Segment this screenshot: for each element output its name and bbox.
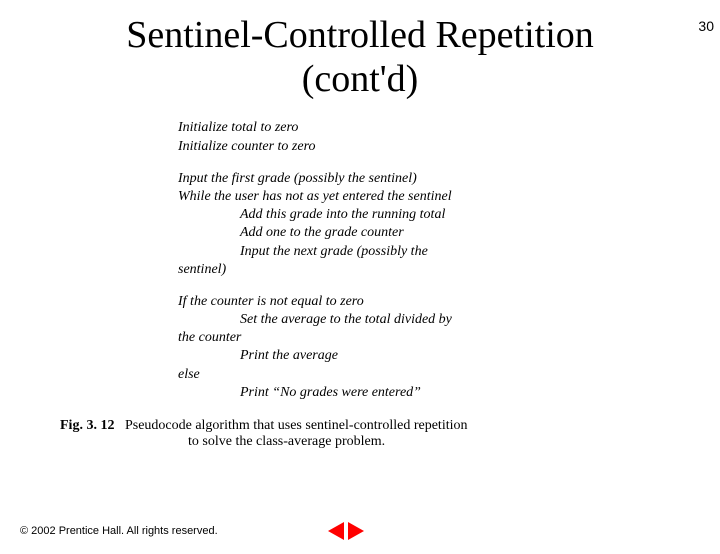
pseudo-line: Initialize total to zero xyxy=(178,119,578,137)
pseudo-line: Print the average xyxy=(178,347,578,365)
slide-title: Sentinel-Controlled Repetition (cont'd) xyxy=(0,14,720,101)
next-arrow-icon[interactable] xyxy=(348,522,364,540)
pseudo-line: Add one to the grade counter xyxy=(178,224,578,242)
pseudocode-block: Initialize total to zero Initialize coun… xyxy=(178,119,578,402)
pseudo-line: Print “No grades were entered” xyxy=(178,384,578,402)
pseudo-line: Add this grade into the running total xyxy=(178,206,578,224)
figure-caption: Fig. 3. 12 Pseudocode algorithm that use… xyxy=(60,418,600,450)
pseudo-line: Input the next grade (possibly the xyxy=(178,243,578,261)
title-line-2: (cont'd) xyxy=(302,58,419,100)
pseudocode-if: If the counter is not equal to zero Set … xyxy=(178,293,578,402)
pseudo-line: While the user has not as yet entered th… xyxy=(178,188,578,206)
pseudocode-init: Initialize total to zero Initialize coun… xyxy=(178,119,578,155)
title-line-1: Sentinel-Controlled Repetition xyxy=(126,14,594,56)
figure-label: Fig. 3. 12 xyxy=(60,418,114,433)
pseudo-line: sentinel) xyxy=(178,261,578,279)
caption-text-line1: Pseudocode algorithm that uses sentinel-… xyxy=(125,418,468,433)
nav-arrows xyxy=(328,522,364,540)
slide-footer: © 2002 Prentice Hall. All rights reserve… xyxy=(20,522,364,540)
pseudo-line: Set the average to the total divided by xyxy=(178,311,578,329)
pseudo-line: the counter xyxy=(178,329,578,347)
caption-text-line2: to solve the class-average problem. xyxy=(188,434,600,450)
pseudocode-while: Input the first grade (possibly the sent… xyxy=(178,170,578,279)
pseudo-line: Input the first grade (possibly the sent… xyxy=(178,170,578,188)
prev-arrow-icon[interactable] xyxy=(328,522,344,540)
copyright-text: © 2002 Prentice Hall. All rights reserve… xyxy=(20,525,218,537)
pseudo-line: If the counter is not equal to zero xyxy=(178,293,578,311)
page-number: 30 xyxy=(698,18,714,34)
pseudo-line: Initialize counter to zero xyxy=(178,138,578,156)
pseudo-line: else xyxy=(178,366,578,384)
